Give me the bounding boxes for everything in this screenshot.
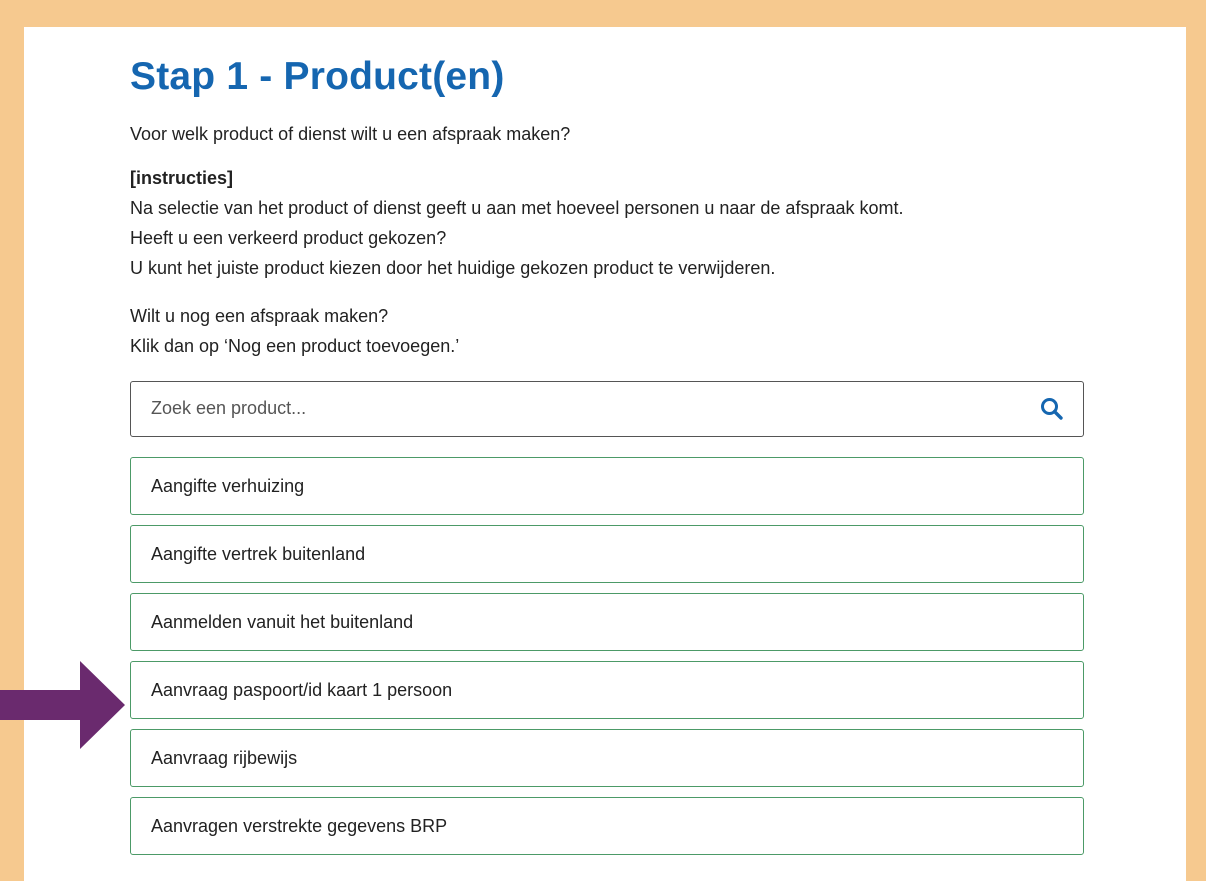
more-appointments-line: Klik dan op ‘Nog een product toevoegen.’: [130, 336, 460, 356]
product-option[interactable]: Aanvraag paspoort/id kaart 1 persoon: [130, 661, 1084, 719]
instructions-line: Na selectie van het product of dienst ge…: [130, 198, 904, 218]
arrow-right-icon: [0, 661, 125, 749]
product-search: [130, 381, 1084, 437]
search-input[interactable]: [131, 382, 1011, 435]
product-option[interactable]: Aanvragen verstrekte gegevens BRP: [130, 797, 1084, 855]
product-option[interactable]: Aanvraag rijbewijs: [130, 729, 1084, 787]
content: Stap 1 - Product(en) Voor welk product o…: [130, 55, 1084, 865]
page-title: Stap 1 - Product(en): [130, 55, 505, 98]
instructions-line: Heeft u een verkeerd product gekozen?: [130, 228, 447, 248]
product-option[interactable]: Aangifte verhuizing: [130, 457, 1084, 515]
product-option[interactable]: Aanmelden vanuit het buitenland: [130, 593, 1084, 651]
instructions-heading: [instructies]: [130, 168, 234, 188]
instructions-line: U kunt het juiste product kiezen door he…: [130, 258, 776, 278]
search-button[interactable]: [1039, 396, 1065, 422]
question-text: Voor welk product of dienst wilt u een a…: [130, 124, 571, 144]
more-appointments-line: Wilt u nog een afspraak maken?: [130, 306, 389, 326]
product-list: Aangifte verhuizing Aangifte vertrek bui…: [130, 457, 1084, 855]
more-appointments: Wilt u nog een afspraak maken? Klik dan …: [130, 301, 1084, 361]
search-icon: [1041, 398, 1063, 420]
instructions: [instructies] Na selectie van het produc…: [130, 163, 1084, 283]
product-option[interactable]: Aangifte vertrek buitenland: [130, 525, 1084, 583]
main-panel: Stap 1 - Product(en) Voor welk product o…: [24, 27, 1186, 881]
